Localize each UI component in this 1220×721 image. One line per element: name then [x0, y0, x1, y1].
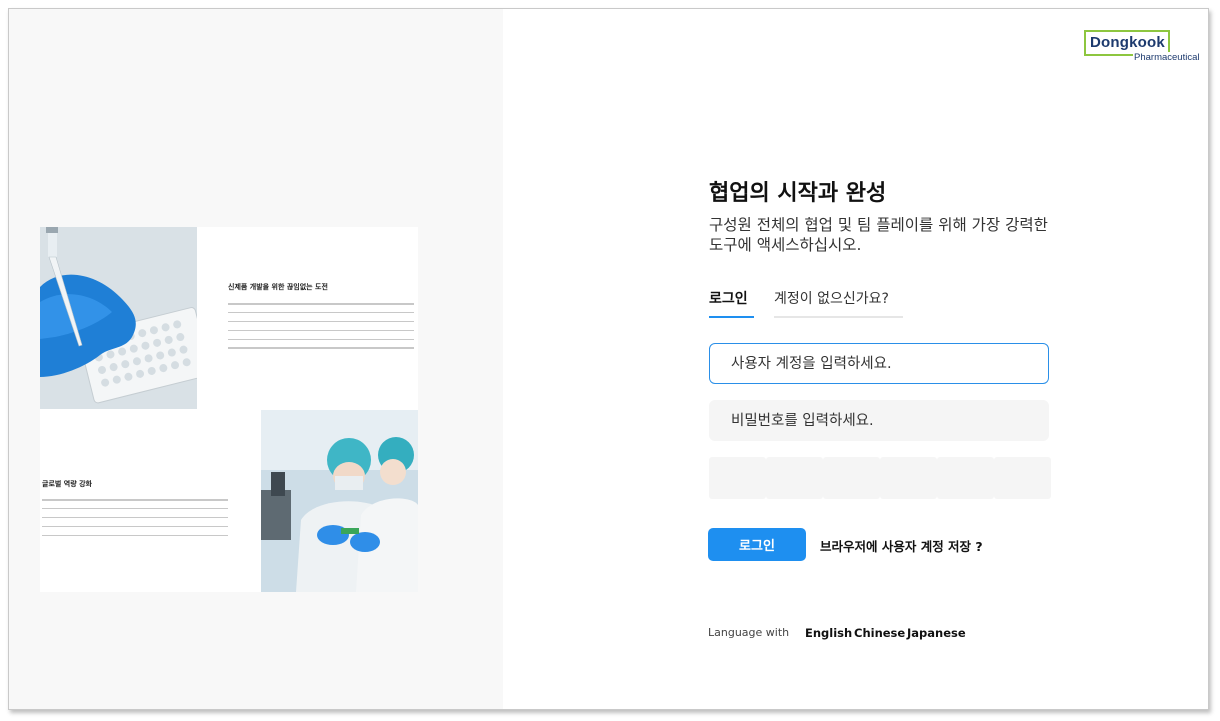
logo-sub-text: Pharmaceutical	[1133, 52, 1200, 63]
brochure-paragraph-1	[228, 303, 414, 356]
username-input[interactable]	[709, 343, 1049, 384]
lab-scientists-photo	[261, 410, 418, 592]
brochure-title-1: 신제품 개발을 위한 끊임없는 도전	[228, 283, 328, 291]
promo-panel: 신제품 개발을 위한 끊임없는 도전 글로벌 역량 강화	[9, 9, 503, 709]
otp-digit-2[interactable]	[766, 457, 823, 499]
login-heading: 협업의 시작과 완성	[709, 181, 887, 206]
otp-digit-3[interactable]	[823, 457, 880, 499]
otp-digit-5[interactable]	[937, 457, 994, 499]
logo-main-text: Dongkook	[1090, 34, 1165, 51]
language-label: Language with	[708, 626, 790, 639]
lab-pipette-photo	[40, 227, 197, 409]
otp-digit-1[interactable]	[709, 457, 766, 499]
language-japanese[interactable]: Japanese	[907, 626, 966, 640]
brochure-paragraph-2	[42, 499, 228, 543]
language-english[interactable]: English	[805, 626, 852, 640]
save-account-link[interactable]: 브라우저에 사용자 계정 저장 ?	[820, 536, 983, 555]
brochure-title-2: 글로벌 역량 강화	[42, 480, 92, 488]
otp-digit-4[interactable]	[880, 457, 937, 499]
password-input[interactable]	[709, 400, 1049, 441]
app-window: 신제품 개발을 위한 끊임없는 도전 글로벌 역량 강화 Dongkook Ph…	[8, 8, 1209, 710]
company-logo: Dongkook Pharmaceutical	[1084, 30, 1204, 63]
otp-digit-6[interactable]	[994, 457, 1051, 499]
tab-login[interactable]: 로그인	[709, 288, 754, 318]
login-button[interactable]: 로그인	[708, 528, 806, 561]
login-subtitle: 구성원 전체의 협업 및 팀 플레이를 위해 가장 강력한 도구에 액세스하십시…	[709, 216, 1048, 254]
tab-signup[interactable]: 계정이 없으신가요?	[774, 288, 903, 318]
brochure-image: 신제품 개발을 위한 끊임없는 도전 글로벌 역량 강화	[40, 227, 418, 592]
language-chinese[interactable]: Chinese	[854, 626, 905, 640]
